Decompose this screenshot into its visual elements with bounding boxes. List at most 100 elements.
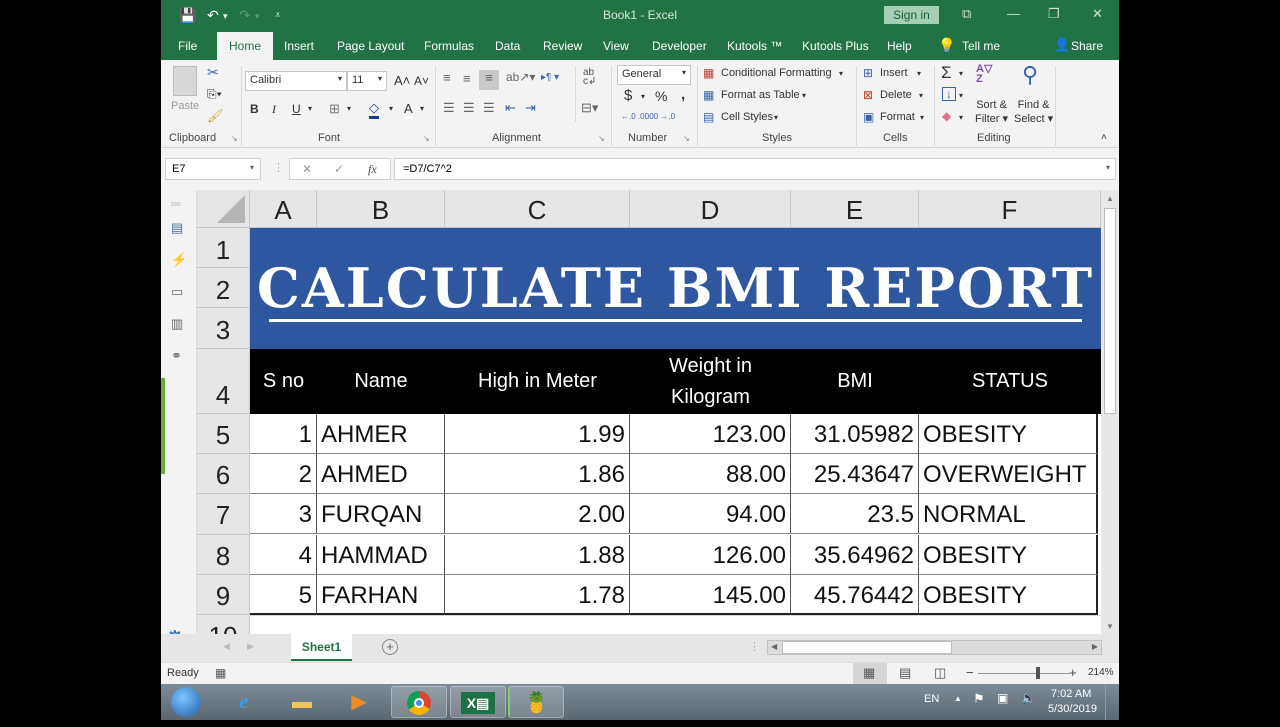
show-desktop-button[interactable] [1105, 684, 1119, 720]
empty-row-10[interactable] [250, 615, 1101, 634]
bottom-align-icon[interactable]: ≡ [479, 70, 499, 90]
tab-kutools-plus[interactable]: Kutools Plus [802, 39, 869, 53]
column-header-d[interactable]: D [630, 190, 791, 228]
wrap-text-icon[interactable]: ab c↲ [583, 68, 596, 87]
sort-filter-icon[interactable]: A▽ Z [976, 64, 992, 85]
expand-formula-bar-icon[interactable]: ▾ [1106, 163, 1110, 172]
language-indicator[interactable]: EN [924, 693, 939, 705]
cell-height[interactable]: 1.86 [445, 454, 630, 494]
tab-view[interactable]: View [603, 39, 629, 53]
cell-name[interactable]: FARHAN [317, 575, 445, 615]
bold-button[interactable]: B [250, 102, 259, 116]
scroll-up-icon[interactable]: ▲ [1106, 194, 1114, 203]
conditional-formatting-button[interactable]: Conditional Formatting [721, 67, 832, 79]
percent-button[interactable]: % [655, 88, 667, 104]
tab-help[interactable]: Help [887, 39, 912, 53]
page-layout-view-icon[interactable]: ▤ [899, 665, 911, 681]
sheet-tab-sheet1[interactable]: Sheet1 [291, 634, 352, 661]
fill-color-icon[interactable]: ◇ [369, 100, 379, 119]
tab-insert[interactable]: Insert [284, 39, 314, 53]
cancel-formula-button[interactable]: ✕ [302, 162, 312, 176]
row-header-1[interactable]: 1 [197, 228, 250, 268]
report-title-banner[interactable]: CALCULATE BMI REPORT [250, 228, 1101, 349]
header-bmi[interactable]: BMI [791, 349, 919, 414]
merge-center-icon[interactable]: ⊟▾ [581, 100, 598, 116]
cell-status[interactable]: OVERWEIGHT [919, 454, 1098, 494]
underline-button[interactable]: U [292, 102, 301, 116]
scroll-down-icon[interactable]: ▼ [1106, 622, 1114, 631]
name-manager-icon[interactable]: ▭ [171, 284, 183, 300]
cell-height[interactable]: 1.88 [445, 535, 630, 575]
column-header-a[interactable]: A [250, 190, 317, 228]
decrease-font-size-icon[interactable]: A˅ [414, 74, 429, 88]
cell-bmi[interactable]: 31.05982 [791, 414, 919, 454]
copy-icon[interactable]: ⎘▾ [207, 87, 222, 102]
tab-file[interactable]: File [178, 39, 197, 53]
sign-in-button[interactable]: Sign in [884, 6, 939, 24]
column-header-f[interactable]: F [919, 190, 1101, 228]
format-cells-button[interactable]: Format [880, 111, 915, 123]
tab-data[interactable]: Data [495, 39, 520, 53]
autosum-icon[interactable]: Σ [941, 63, 952, 83]
tell-me-search[interactable]: Tell me [962, 39, 1000, 53]
name-box[interactable]: E7 ▾ [165, 158, 261, 180]
show-hidden-icons[interactable]: ▲ [954, 694, 962, 703]
cell-name[interactable]: HAMMAD [317, 535, 445, 575]
scroll-left-icon[interactable]: ◀ [771, 642, 777, 651]
collapse-ribbon-icon[interactable]: ˄ [1101, 132, 1107, 143]
vertical-scrollbar[interactable]: ▲ ▼ [1101, 190, 1119, 634]
find-select-button[interactable]: Find & Select ▾ [1014, 98, 1053, 126]
find-replace-icon[interactable]: ⚭ [171, 348, 182, 364]
tab-review[interactable]: Review [543, 39, 582, 53]
column-list-icon[interactable]: ▥ [171, 316, 183, 332]
align-left-icon[interactable]: ☰ [443, 100, 455, 116]
cut-icon[interactable]: ✂ [207, 64, 219, 81]
tab-page-layout[interactable]: Page Layout [337, 39, 404, 53]
workbook-sheets-icon[interactable]: ▤ [171, 220, 183, 236]
cell-status[interactable]: OBESITY [919, 535, 1098, 575]
cell-bmi[interactable]: 25.43647 [791, 454, 919, 494]
row-header-3[interactable]: 3 [197, 308, 250, 349]
column-header-b[interactable]: B [317, 190, 445, 228]
cell-sno[interactable]: 5 [250, 575, 317, 615]
currency-button[interactable]: $ [624, 87, 632, 104]
insert-cells-button[interactable]: Insert [880, 67, 908, 79]
normal-view-icon[interactable]: ▦ [863, 665, 875, 681]
underline-dropdown-icon[interactable]: ▾ [308, 104, 312, 113]
paste-button[interactable]: Paste [171, 100, 199, 112]
add-sheet-button[interactable]: + [382, 639, 398, 655]
cell-height[interactable]: 2.00 [445, 494, 630, 534]
decrease-indent-icon[interactable]: ⇤ [505, 100, 516, 116]
vertical-scroll-thumb[interactable] [1104, 208, 1116, 414]
zoom-slider[interactable] [978, 673, 1070, 674]
cell-status[interactable]: OBESITY [919, 414, 1098, 454]
cell-sno[interactable]: 4 [250, 535, 317, 575]
tab-split-grip-icon[interactable]: ⋮ [749, 640, 760, 653]
cell-weight[interactable]: 126.00 [630, 535, 791, 575]
cell-weight[interactable]: 123.00 [630, 414, 791, 454]
horizontal-scrollbar[interactable]: ◀ ▶ [767, 640, 1102, 655]
tab-home[interactable]: Home [217, 32, 274, 60]
spreadsheet-grid[interactable]: A B C D E F 1 2 3 4 5 6 7 8 9 10 CALCULA… [197, 190, 1101, 634]
macro-recording-icon[interactable]: ▦ [215, 666, 226, 680]
prev-sheet-icon[interactable]: ◀ [223, 641, 230, 652]
orientation-icon[interactable]: ab↗▾ [506, 70, 535, 84]
share-button[interactable]: Share [1071, 39, 1103, 53]
horizontal-scroll-thumb[interactable] [782, 641, 952, 654]
insert-function-button[interactable]: fx [368, 162, 377, 177]
tab-kutools[interactable]: Kutools ™ [727, 39, 782, 53]
column-header-c[interactable]: C [445, 190, 630, 228]
currency-dropdown-icon[interactable]: ▾ [641, 92, 645, 101]
row-header-10[interactable]: 10 [197, 615, 250, 634]
cell-bmi[interactable]: 35.64962 [791, 535, 919, 575]
row-header-4[interactable]: 4 [197, 349, 250, 414]
pane-resize-handle[interactable] [161, 378, 165, 474]
ribbon-display-options-icon[interactable]: ⧉ [962, 6, 971, 22]
font-color-button[interactable]: A [404, 101, 413, 119]
next-sheet-icon[interactable]: ▶ [247, 641, 254, 652]
internet-explorer-icon[interactable]: e [216, 686, 272, 718]
clock-time[interactable]: 7:02 AM [1051, 688, 1091, 700]
comma-button[interactable]: , [681, 86, 685, 103]
minimize-icon[interactable]: — [1007, 6, 1020, 21]
number-format-select[interactable]: General ▾ [617, 65, 691, 85]
